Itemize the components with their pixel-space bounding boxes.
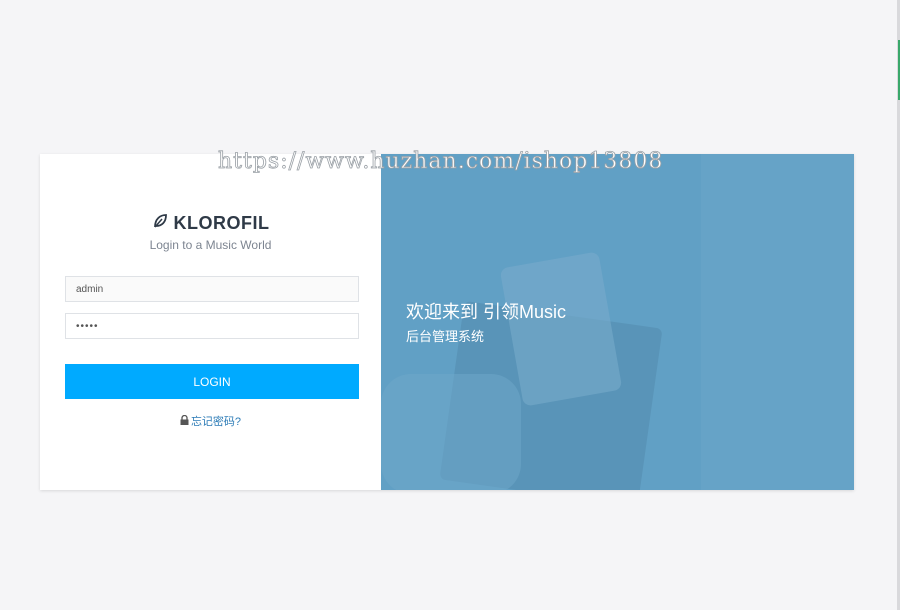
login-tagline: Login to a Music World — [149, 238, 272, 252]
brand-logo: KLOROFIL — [40, 213, 381, 234]
watermark-text: https://www.huzhan.com/ishop13808 — [218, 149, 664, 175]
login-card: KLOROFIL Login to a Music World admin ••… — [40, 154, 854, 490]
brand-name: KLOROFIL — [173, 213, 270, 233]
leaf-icon — [152, 213, 168, 234]
welcome-subtitle: 后台管理系统 — [406, 329, 485, 344]
forgot-password-label: 忘记密码? — [190, 416, 242, 428]
lock-icon — [180, 414, 189, 428]
forgot-password-link[interactable]: 忘记密码? — [40, 413, 381, 429]
login-panel: KLOROFIL Login to a Music World admin ••… — [40, 154, 381, 490]
username-input[interactable]: admin — [65, 276, 359, 302]
promo-panel: 欢迎来到 引领Music 后台管理系统 — [381, 154, 854, 490]
login-button[interactable]: LOGIN — [65, 364, 359, 399]
password-input[interactable]: ••••• — [65, 313, 359, 339]
welcome-heading: 欢迎来到 引领Music — [406, 302, 567, 322]
